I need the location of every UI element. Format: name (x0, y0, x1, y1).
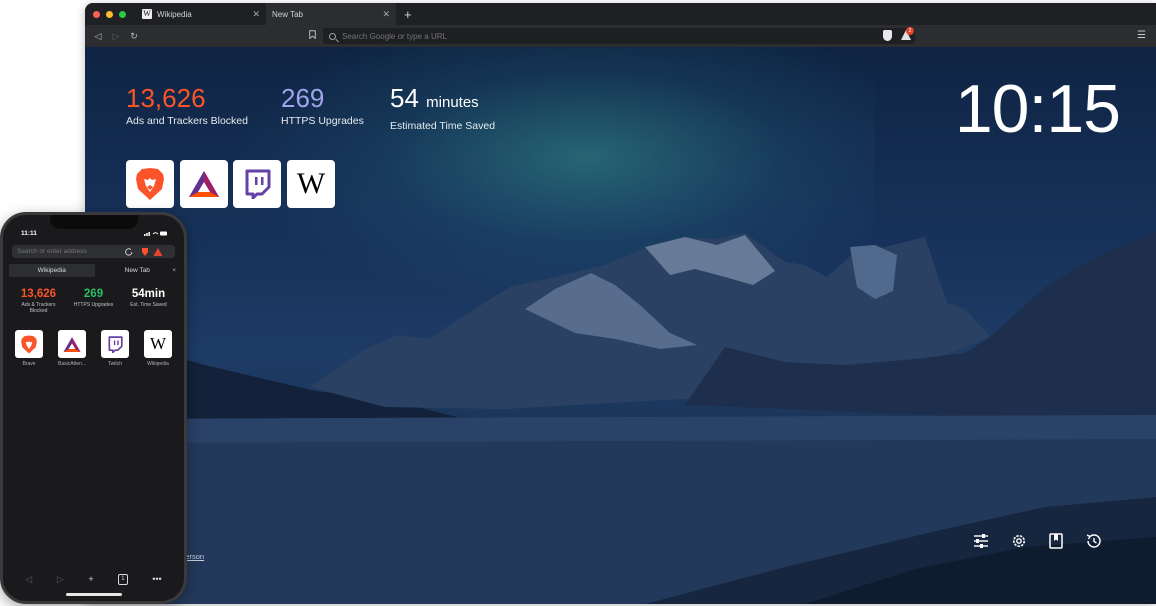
phone-url-input[interactable] (17, 248, 125, 255)
phone-more-menu-button[interactable]: ••• (152, 574, 161, 585)
phone-top-site-tile (15, 330, 43, 358)
phone-tab-title: New Tab (124, 267, 150, 274)
time-saved-label: Estimated Time Saved (390, 120, 496, 132)
new-tab-button[interactable]: + (404, 8, 412, 21)
time-saved-stat: 54 minutes Estimated Time Saved (390, 83, 495, 132)
phone-top-site-label: Brave (22, 361, 36, 367)
tab-title: Wikipedia (157, 9, 192, 19)
hamburger-menu-icon[interactable]: ☰ (1137, 30, 1146, 41)
tab-wikipedia[interactable]: W Wikipedia ✕ (136, 3, 266, 25)
forward-button[interactable]: ▷ (107, 31, 125, 42)
tab-new-tab[interactable]: New Tab ✕ (266, 3, 396, 25)
customize-icon[interactable] (971, 531, 991, 551)
top-site-brave[interactable] (126, 160, 174, 208)
phone-time-saved-label: Est. Time Saved (130, 302, 167, 308)
window-controls (93, 10, 126, 18)
phone-https-upgrades-label: HTTPS Upgrades (73, 302, 114, 308)
minimize-window-button[interactable] (106, 10, 113, 18)
phone-ads-blocked-count: 13,626 (20, 288, 57, 300)
history-icon[interactable] (1084, 531, 1104, 551)
phone-https-upgrades-stat: 269 HTTPS Upgrades (68, 288, 120, 314)
https-upgrades-stat: 269 HTTPS Upgrades (281, 83, 364, 127)
time-saved-unit: minutes (426, 94, 479, 111)
phone-time-saved-count: 54min (131, 288, 166, 300)
close-tab-icon[interactable]: ✕ (382, 9, 390, 20)
phone-top-site-label: BasicAtten... (58, 361, 86, 367)
phone-tabs-button[interactable]: 1 (118, 574, 128, 585)
phone-tab-new-tab[interactable]: New Tab × (95, 264, 181, 277)
brave-shields-icon[interactable] (883, 30, 892, 41)
close-window-button[interactable] (93, 10, 100, 18)
phone-tab-wikipedia[interactable]: Wikipedia (9, 264, 95, 277)
phone-https-upgrades-count: 269 (83, 288, 104, 300)
zoom-window-button[interactable] (119, 10, 126, 18)
bat-triangle-icon (63, 336, 81, 352)
address-bar[interactable] (323, 28, 915, 44)
phone-address-bar[interactable] (12, 245, 175, 258)
reload-button[interactable]: ↻ (125, 31, 143, 42)
wikipedia-w-icon: W (149, 334, 167, 353)
phone-tab-strip: Wikipedia New Tab × (9, 264, 180, 277)
top-site-bat[interactable] (180, 160, 228, 208)
ads-blocked-stat: 13,626 Ads and Trackers Blocked (126, 83, 248, 127)
phone-top-site-brave[interactable]: Brave (15, 330, 43, 367)
brave-lion-icon (21, 335, 37, 353)
top-site-twitch[interactable] (233, 160, 281, 208)
phone-add-button[interactable]: + (88, 574, 93, 585)
phone-stats: 13,626 Ads & Trackers Blocked 269 HTTPS … (3, 288, 184, 314)
bookmarks-icon[interactable] (1046, 531, 1066, 551)
new-tab-page: 13,626 Ads and Trackers Blocked 269 HTTP… (85, 47, 1156, 604)
bookmark-icon[interactable] (309, 30, 316, 41)
phone-top-site-tile (58, 330, 86, 358)
phone-top-sites: Brave BasicAtten... Twitch W Wikipedia (15, 330, 172, 367)
phone-bottom-toolbar: ◁ ▷ + 1 ••• (3, 574, 184, 585)
phone-back-button[interactable]: ◁ (25, 574, 32, 585)
phone-notch (49, 215, 138, 229)
wikipedia-favicon-icon: W (142, 9, 152, 19)
tab-strip: W Wikipedia ✕ New Tab ✕ + (85, 3, 1156, 25)
top-site-wikipedia[interactable]: W (287, 160, 335, 208)
phone-forward-button[interactable]: ▷ (57, 574, 64, 585)
phone-top-site-label: Wikipedia (147, 361, 169, 367)
phone-top-site-tile: W (144, 330, 172, 358)
phone-top-site-twitch[interactable]: Twitch (101, 330, 129, 367)
tab-title: New Tab (272, 9, 303, 19)
phone-tab-title: Wikipedia (37, 267, 66, 274)
time-saved-count: 54 (390, 83, 419, 113)
rewards-badge: 2 (906, 27, 914, 35)
clock: 10:15 (954, 71, 1121, 147)
phone-status-icons (144, 231, 167, 236)
search-icon (329, 32, 336, 40)
phone-top-site-wikipedia[interactable]: W Wikipedia (144, 330, 172, 367)
phone-ads-blocked-stat: 13,626 Ads & Trackers Blocked (13, 288, 65, 314)
mobile-phone-mockup: 11:11 Wikipedia New Tab × 13,626 Ads & T… (0, 212, 187, 604)
phone-toolbar-icons (125, 247, 163, 256)
https-upgrades-label: HTTPS Upgrades (281, 115, 364, 127)
ads-blocked-label: Ads and Trackers Blocked (126, 115, 248, 127)
brave-lion-icon (136, 168, 164, 200)
twitch-icon (108, 335, 123, 353)
phone-close-tab-icon[interactable]: × (172, 264, 176, 277)
url-input[interactable] (342, 31, 842, 41)
twitch-icon (245, 169, 271, 199)
https-upgrades-count: 269 (281, 83, 325, 113)
bat-triangle-icon (189, 171, 219, 197)
close-tab-icon[interactable]: ✕ (252, 9, 260, 20)
time-saved-value-row: 54 minutes (390, 83, 495, 118)
settings-icon[interactable] (1009, 531, 1029, 551)
phone-time-saved-stat: 54min Est. Time Saved (123, 288, 175, 314)
phone-top-site-label: Twitch (107, 361, 123, 367)
phone-ads-blocked-label: Ads & Trackers Blocked (21, 302, 56, 314)
phone-top-site-tile (101, 330, 129, 358)
wikipedia-w-icon: W (296, 167, 326, 200)
ads-blocked-count: 13,626 (126, 83, 206, 113)
phone-home-indicator (65, 593, 122, 596)
back-button[interactable]: ◁ (89, 31, 107, 42)
phone-top-site-bat[interactable]: BasicAtten... (58, 330, 86, 367)
desktop-browser-window: W Wikipedia ✕ New Tab ✕ + ◁ ▷ ↻ 2 ☰ (85, 3, 1156, 604)
navigation-toolbar: ◁ ▷ ↻ 2 ☰ (85, 25, 1156, 47)
phone-status-time: 11:11 (21, 230, 37, 237)
